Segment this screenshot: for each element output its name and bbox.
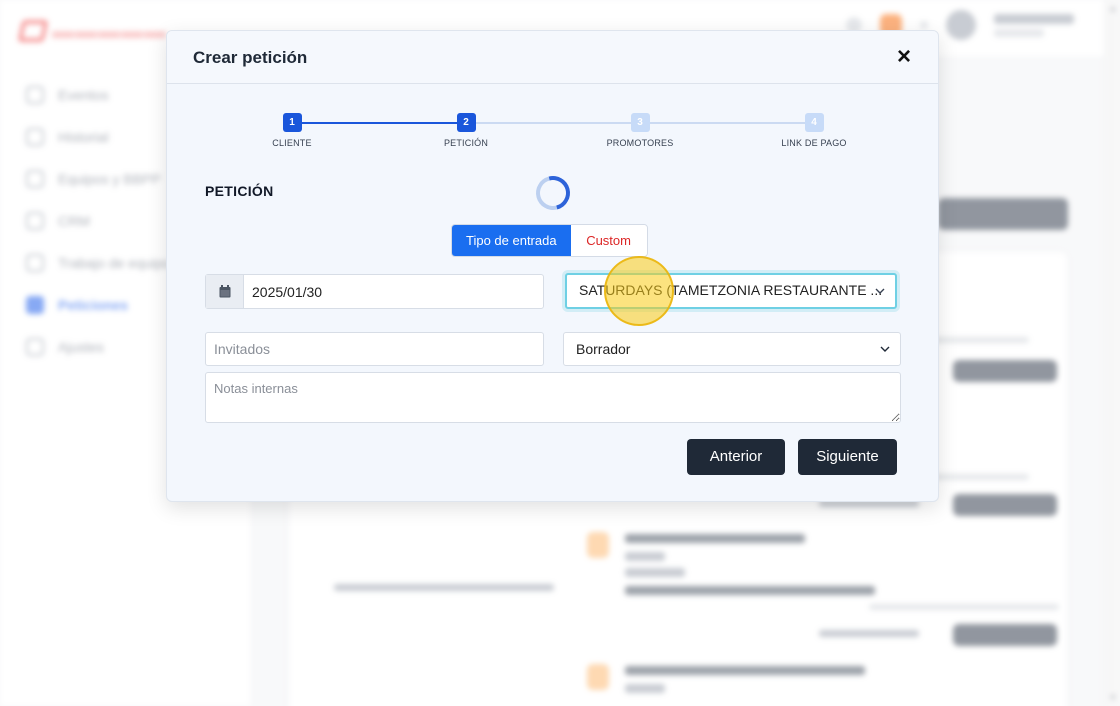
step-promotores[interactable]: 3 PROMOTORES (580, 113, 700, 148)
chevron-down-icon (880, 346, 890, 352)
previous-button[interactable]: Anterior (687, 439, 785, 475)
entry-type-toggle: Tipo de entrada Custom (451, 224, 648, 257)
date-input[interactable] (244, 275, 543, 308)
status-select-value: Borrador (576, 341, 631, 357)
ticket-type-button[interactable]: Tipo de entrada (452, 225, 571, 256)
next-button[interactable]: Siguiente (798, 439, 897, 475)
event-select[interactable]: SATURDAYS (TAMETZONIA RESTAURANTE ... (565, 273, 897, 309)
event-select-value: SATURDAYS (TAMETZONIA RESTAURANTE ... (579, 282, 883, 298)
date-field (205, 274, 544, 309)
modal-header: Crear petición × (167, 31, 938, 84)
close-icon[interactable]: × (892, 45, 916, 69)
chevron-down-icon (875, 288, 885, 294)
loading-spinner-icon (529, 169, 577, 217)
step-peticion[interactable]: 2 PETICIÓN (406, 113, 526, 148)
status-select[interactable]: Borrador (563, 332, 901, 366)
step-cliente[interactable]: 1 CLIENTE (232, 113, 352, 148)
custom-button[interactable]: Custom (570, 225, 647, 256)
modal-title: Crear petición (193, 48, 308, 67)
calendar-icon[interactable] (206, 275, 244, 308)
step-link-de-pago[interactable]: 4 LINK DE PAGO (754, 113, 874, 148)
section-title: PETICIÓN (205, 183, 274, 199)
create-request-modal: Crear petición × 1 CLIENTE 2 PETICIÓN 3 … (166, 30, 939, 502)
stepper: 1 CLIENTE 2 PETICIÓN 3 PROMOTORES 4 LINK… (167, 113, 938, 173)
internal-notes-textarea[interactable] (205, 372, 901, 423)
guests-input[interactable] (205, 332, 544, 366)
